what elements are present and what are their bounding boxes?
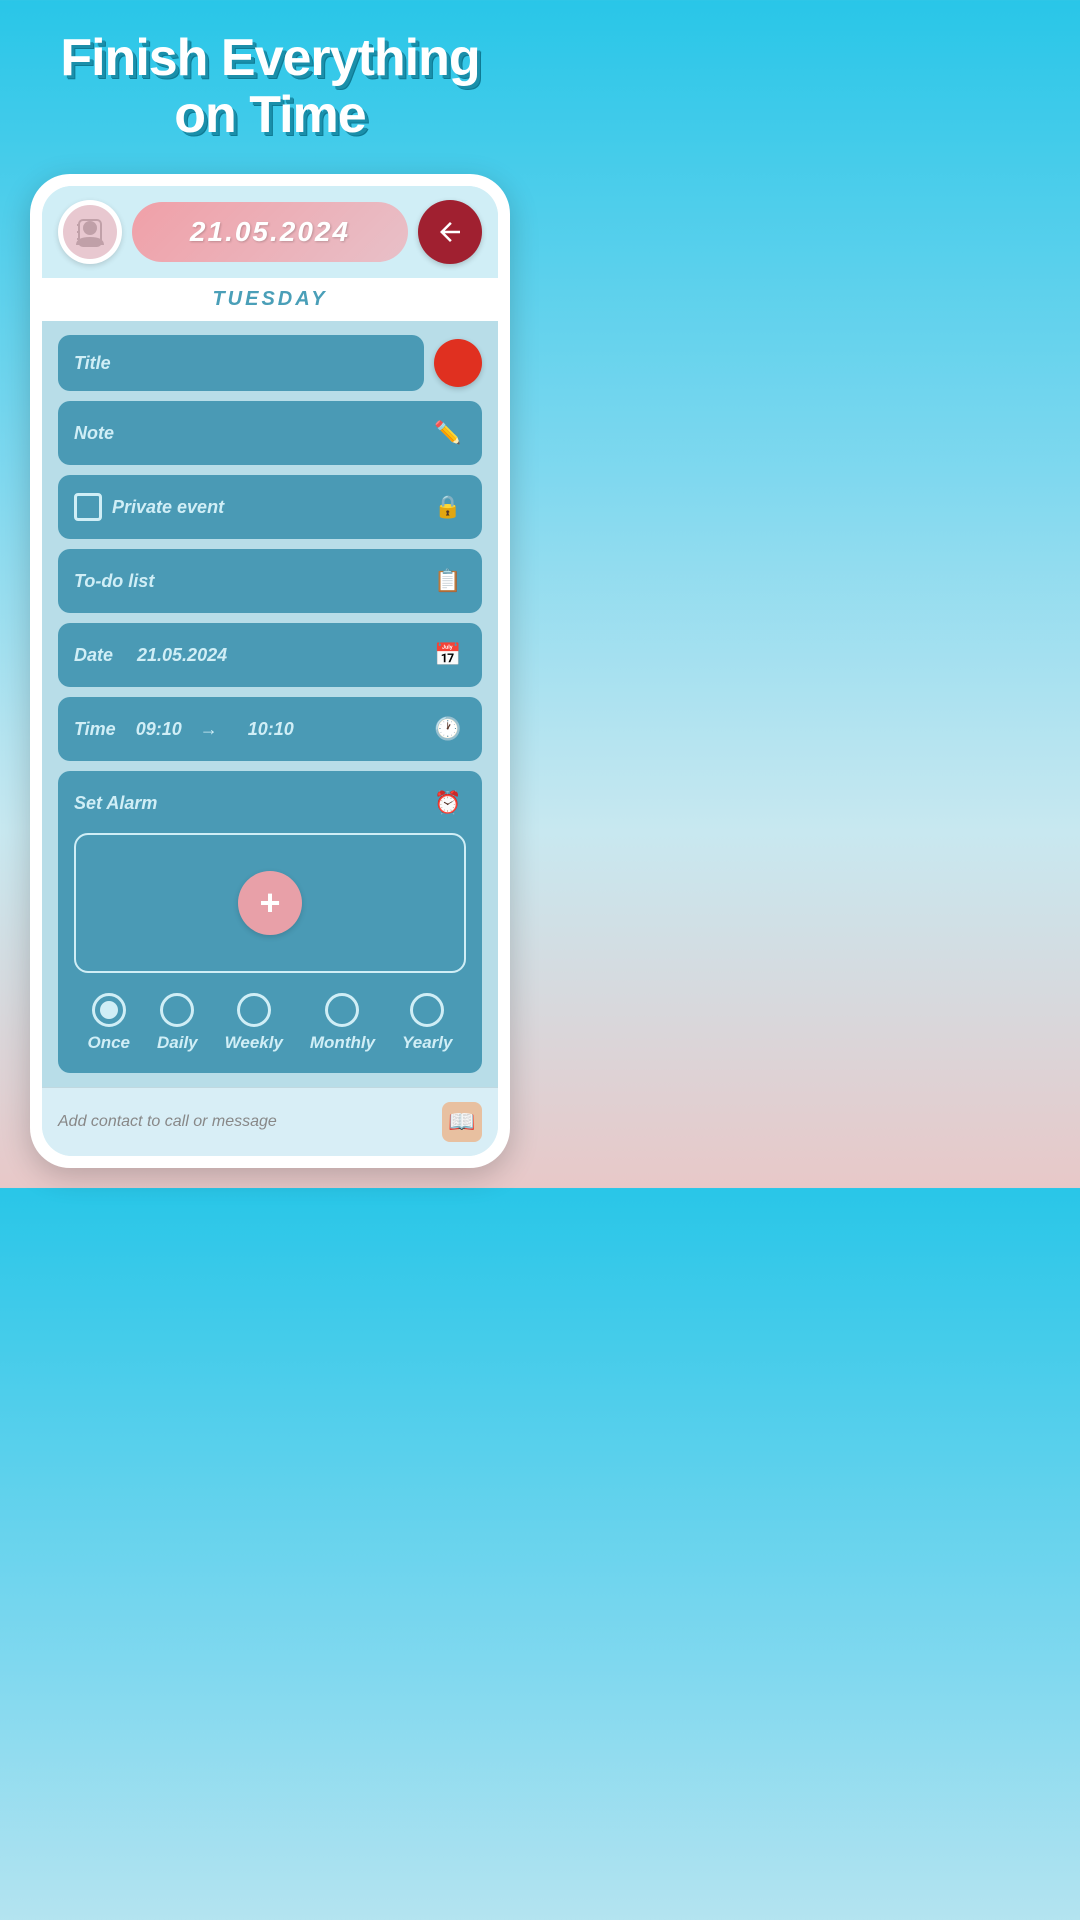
time-end: 10:10 xyxy=(248,719,294,740)
todo-label: To-do list xyxy=(74,571,154,592)
alarm-section: Set Alarm ⏰ + Once Daily xyxy=(58,771,482,1073)
contact-button[interactable] xyxy=(58,200,122,264)
private-event-label: Private event xyxy=(112,497,224,518)
time-start: 09:10 xyxy=(136,719,182,740)
alarm-label: Set Alarm xyxy=(74,793,157,814)
date-row[interactable]: Date 21.05.2024 📅 xyxy=(58,623,482,687)
time-arrow: → xyxy=(200,719,218,740)
radio-yearly-label: Yearly xyxy=(402,1033,452,1053)
alarm-header: Set Alarm ⏰ xyxy=(74,785,466,821)
title-input[interactable]: Title xyxy=(58,335,424,391)
radio-once-label: Once xyxy=(87,1033,130,1053)
bottom-bar[interactable]: Add contact to call or message 📖 xyxy=(42,1087,498,1156)
back-button[interactable] xyxy=(418,200,482,264)
todo-row[interactable]: To-do list 📋 xyxy=(58,549,482,613)
lock-icon: 🔒 xyxy=(430,489,466,525)
recurrence-options: Once Daily Weekly Monthly xyxy=(74,989,466,1059)
radio-yearly-circle[interactable] xyxy=(410,993,444,1027)
radio-daily[interactable]: Daily xyxy=(157,993,198,1053)
date-display[interactable]: 21.05.2024 xyxy=(132,202,408,262)
contact-icon xyxy=(63,205,117,259)
color-indicator[interactable] xyxy=(434,339,482,387)
private-event-row[interactable]: Private event 🔒 xyxy=(58,475,482,539)
title-row: Title xyxy=(58,335,482,391)
hero-line1: Finish Everything xyxy=(60,29,479,87)
time-label: Time xyxy=(74,719,116,740)
alarm-add-box[interactable]: + xyxy=(74,833,466,973)
bottom-label: Add contact to call or message xyxy=(58,1113,277,1131)
back-icon xyxy=(435,217,465,247)
app-header: 21.05.2024 xyxy=(42,186,498,278)
clock-icon: 🕐 xyxy=(430,711,466,747)
pencil-icon: ✏️ xyxy=(430,415,466,451)
calendar-icon: 📅 xyxy=(430,637,466,673)
todo-icon: 📋 xyxy=(430,563,466,599)
radio-daily-label: Daily xyxy=(157,1033,198,1053)
radio-monthly-circle[interactable] xyxy=(325,993,359,1027)
hero-title: Finish Everything on Time xyxy=(0,0,540,164)
form-area: Title Note ✏️ Private event 🔒 To-do list xyxy=(42,321,498,1087)
radio-weekly[interactable]: Weekly xyxy=(225,993,283,1053)
note-row[interactable]: Note ✏️ xyxy=(58,401,482,465)
radio-daily-circle[interactable] xyxy=(160,993,194,1027)
date-field-value: 21.05.2024 xyxy=(137,645,227,666)
add-alarm-button[interactable]: + xyxy=(238,871,302,935)
radio-yearly[interactable]: Yearly xyxy=(402,993,452,1053)
time-row[interactable]: Time 09:10 → 10:10 🕐 xyxy=(58,697,482,761)
date-value: 21.05.2024 xyxy=(190,216,350,247)
day-label: TUESDAY xyxy=(42,278,498,321)
hero-line2: on Time xyxy=(174,86,365,144)
phone-inner: 21.05.2024 TUESDAY Title Note xyxy=(42,186,498,1156)
address-book-icon[interactable]: 📖 xyxy=(442,1102,482,1142)
radio-once-circle[interactable] xyxy=(92,993,126,1027)
radio-once[interactable]: Once xyxy=(87,993,130,1053)
note-label: Note xyxy=(74,423,114,444)
alarm-icon: ⏰ xyxy=(430,785,466,821)
radio-monthly[interactable]: Monthly xyxy=(310,993,375,1053)
title-placeholder: Title xyxy=(74,353,111,374)
radio-monthly-label: Monthly xyxy=(310,1033,375,1053)
radio-weekly-label: Weekly xyxy=(225,1033,283,1053)
add-alarm-plus: + xyxy=(259,882,280,924)
private-event-checkbox[interactable] xyxy=(74,493,102,521)
radio-weekly-circle[interactable] xyxy=(237,993,271,1027)
phone-frame: 21.05.2024 TUESDAY Title Note xyxy=(30,174,510,1168)
date-field-label: Date xyxy=(74,645,113,666)
